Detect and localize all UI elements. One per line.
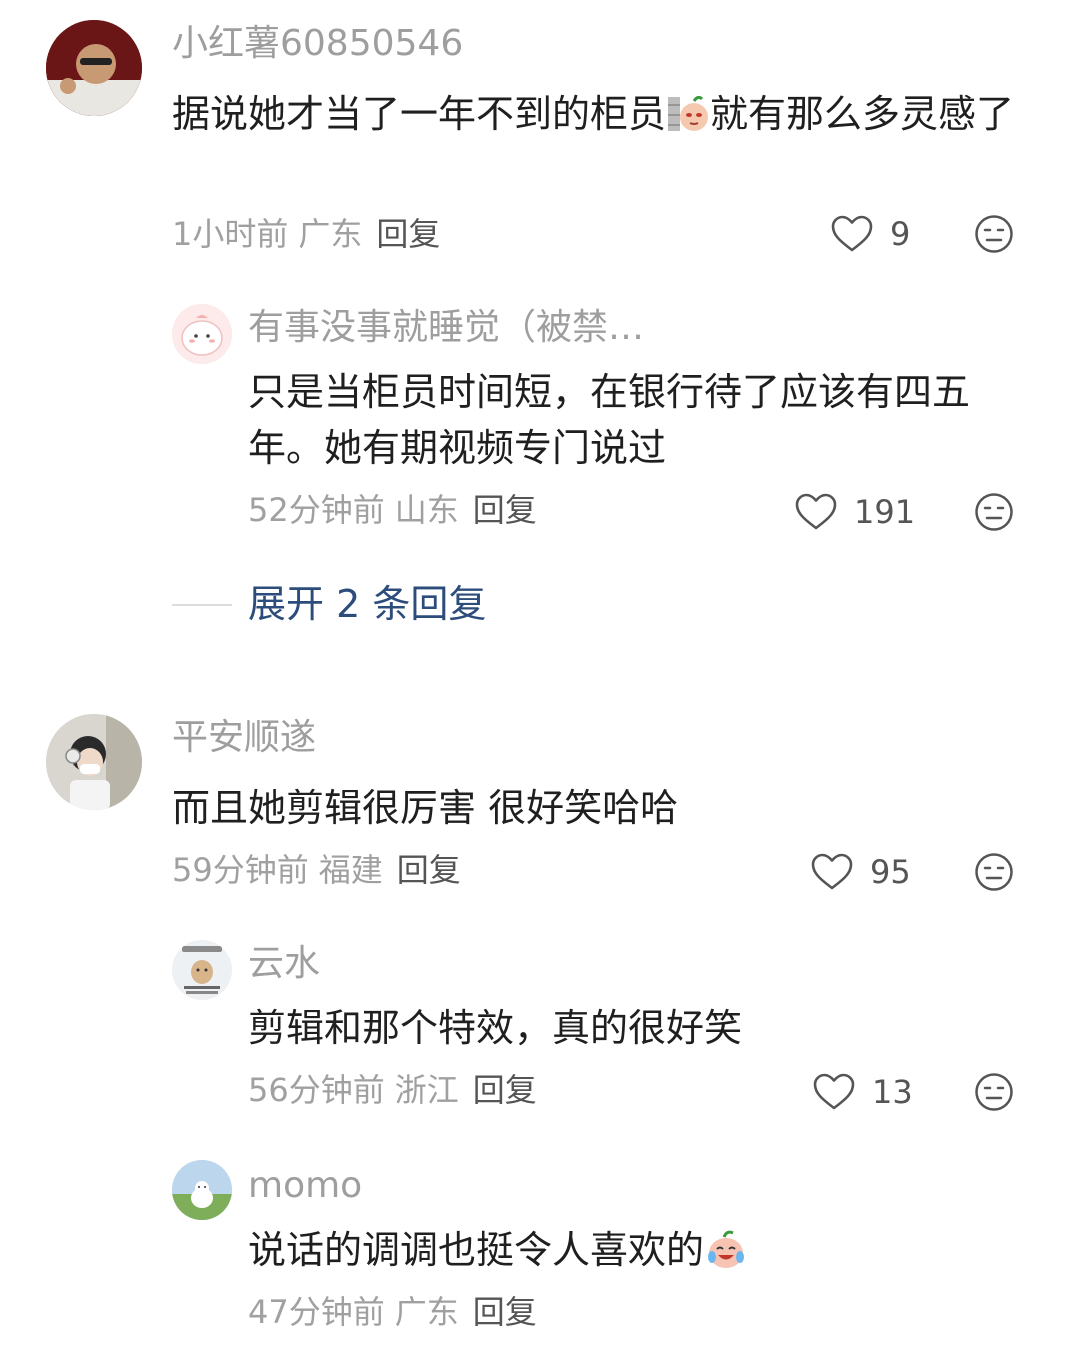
meh-face-icon bbox=[975, 853, 1013, 891]
reply-time: 52分钟前 bbox=[248, 491, 385, 529]
reply-username[interactable]: momo bbox=[248, 1164, 362, 1208]
reply-meta: 52分钟前 山东 回复 bbox=[248, 490, 537, 530]
comment-location: 广东 bbox=[298, 215, 363, 253]
dislike-button[interactable] bbox=[974, 1072, 1014, 1112]
avatar-image bbox=[172, 940, 232, 1000]
user-avatar[interactable] bbox=[172, 1160, 232, 1220]
peek-wall-emoji-icon bbox=[666, 91, 710, 135]
reply-meta: 56分钟前 浙江 回复 bbox=[248, 1070, 537, 1110]
comment-time: 1小时前 bbox=[172, 215, 289, 253]
user-avatar[interactable] bbox=[46, 20, 142, 116]
avatar-image bbox=[172, 304, 232, 364]
comment-time: 59分钟前 bbox=[172, 851, 309, 889]
reply-button[interactable]: 回复 bbox=[473, 1293, 537, 1331]
reply-text-part: 说话的调调也挺令人喜欢的 bbox=[248, 1228, 705, 1272]
reply-text: 剪辑和那个特效，真的很好笑 bbox=[248, 1006, 743, 1050]
comment-list: 小红薯60850546 据说她才当了一年不到的柜员 就有那么多灵感了 1小时前 广东… bbox=[0, 0, 1080, 1358]
reply-location: 广东 bbox=[394, 1293, 459, 1331]
avatar-image bbox=[46, 714, 142, 810]
comment-text: 而且她剪辑很厉害 很好笑哈哈 bbox=[172, 786, 679, 830]
comment-text-part: 据说她才当了一年不到的柜员 bbox=[172, 92, 667, 136]
laugh-cry-emoji-icon bbox=[704, 1227, 748, 1271]
reply-username[interactable]: 有事没事就睡觉（被禁… bbox=[248, 306, 644, 350]
heart-outline-icon bbox=[831, 215, 873, 252]
heart-outline-icon bbox=[795, 493, 837, 530]
like-button[interactable]: 191 bbox=[794, 490, 915, 534]
reply-text: 只是当柜员时间短，在银行待了应该有四五年。她有期视频专门说过 bbox=[248, 370, 971, 470]
like-button[interactable]: 13 bbox=[812, 1070, 924, 1114]
comment-meta: 1小时前 广东 回复 bbox=[172, 214, 440, 254]
meh-face-icon bbox=[975, 493, 1013, 531]
reply-button[interactable]: 回复 bbox=[473, 1071, 537, 1109]
reply-button[interactable]: 回复 bbox=[473, 491, 537, 529]
like-button[interactable]: 95 bbox=[810, 850, 922, 894]
reply-time: 56分钟前 bbox=[248, 1071, 385, 1109]
dislike-button[interactable] bbox=[974, 492, 1014, 532]
reply-time: 47分钟前 bbox=[248, 1293, 385, 1331]
like-count: 95 bbox=[870, 853, 911, 891]
dislike-button[interactable] bbox=[974, 852, 1014, 892]
heart-outline-icon bbox=[811, 853, 853, 890]
reply-button[interactable]: 回复 bbox=[376, 215, 440, 253]
heart-outline-icon bbox=[813, 1073, 855, 1110]
like-count: 191 bbox=[854, 493, 916, 531]
user-avatar[interactable] bbox=[46, 714, 142, 810]
like-button[interactable]: 9 bbox=[830, 212, 942, 256]
like-count: 9 bbox=[890, 215, 911, 253]
reply-username[interactable]: 云水 bbox=[248, 942, 320, 986]
reply-location: 山东 bbox=[394, 491, 459, 529]
comment-location: 福建 bbox=[318, 851, 383, 889]
reply-text: 说话的调调也挺令人喜欢的 bbox=[248, 1222, 1028, 1278]
avatar-image bbox=[172, 1160, 232, 1220]
like-count: 13 bbox=[872, 1073, 913, 1111]
expand-divider bbox=[172, 604, 232, 606]
dislike-button[interactable] bbox=[974, 214, 1014, 254]
meh-face-icon bbox=[975, 1073, 1013, 1111]
avatar-image bbox=[46, 20, 142, 116]
user-avatar[interactable] bbox=[172, 940, 232, 1000]
reply-button[interactable]: 回复 bbox=[397, 851, 461, 889]
user-avatar[interactable] bbox=[172, 304, 232, 364]
reply-meta: 47分钟前 广东 回复 bbox=[248, 1292, 537, 1332]
comment-text-part: 就有那么多灵感了 bbox=[710, 92, 1015, 136]
comment-username[interactable]: 平安顺遂 bbox=[172, 716, 316, 760]
reply-location: 浙江 bbox=[394, 1071, 459, 1109]
comment-text: 据说她才当了一年不到的柜员 就有那么多灵感了 bbox=[172, 86, 1032, 142]
comment-meta: 59分钟前 福建 回复 bbox=[172, 850, 461, 890]
meh-face-icon bbox=[975, 215, 1013, 253]
expand-replies-link[interactable]: 展开 2 条回复 bbox=[248, 582, 486, 626]
comment-username[interactable]: 小红薯60850546 bbox=[172, 22, 463, 66]
